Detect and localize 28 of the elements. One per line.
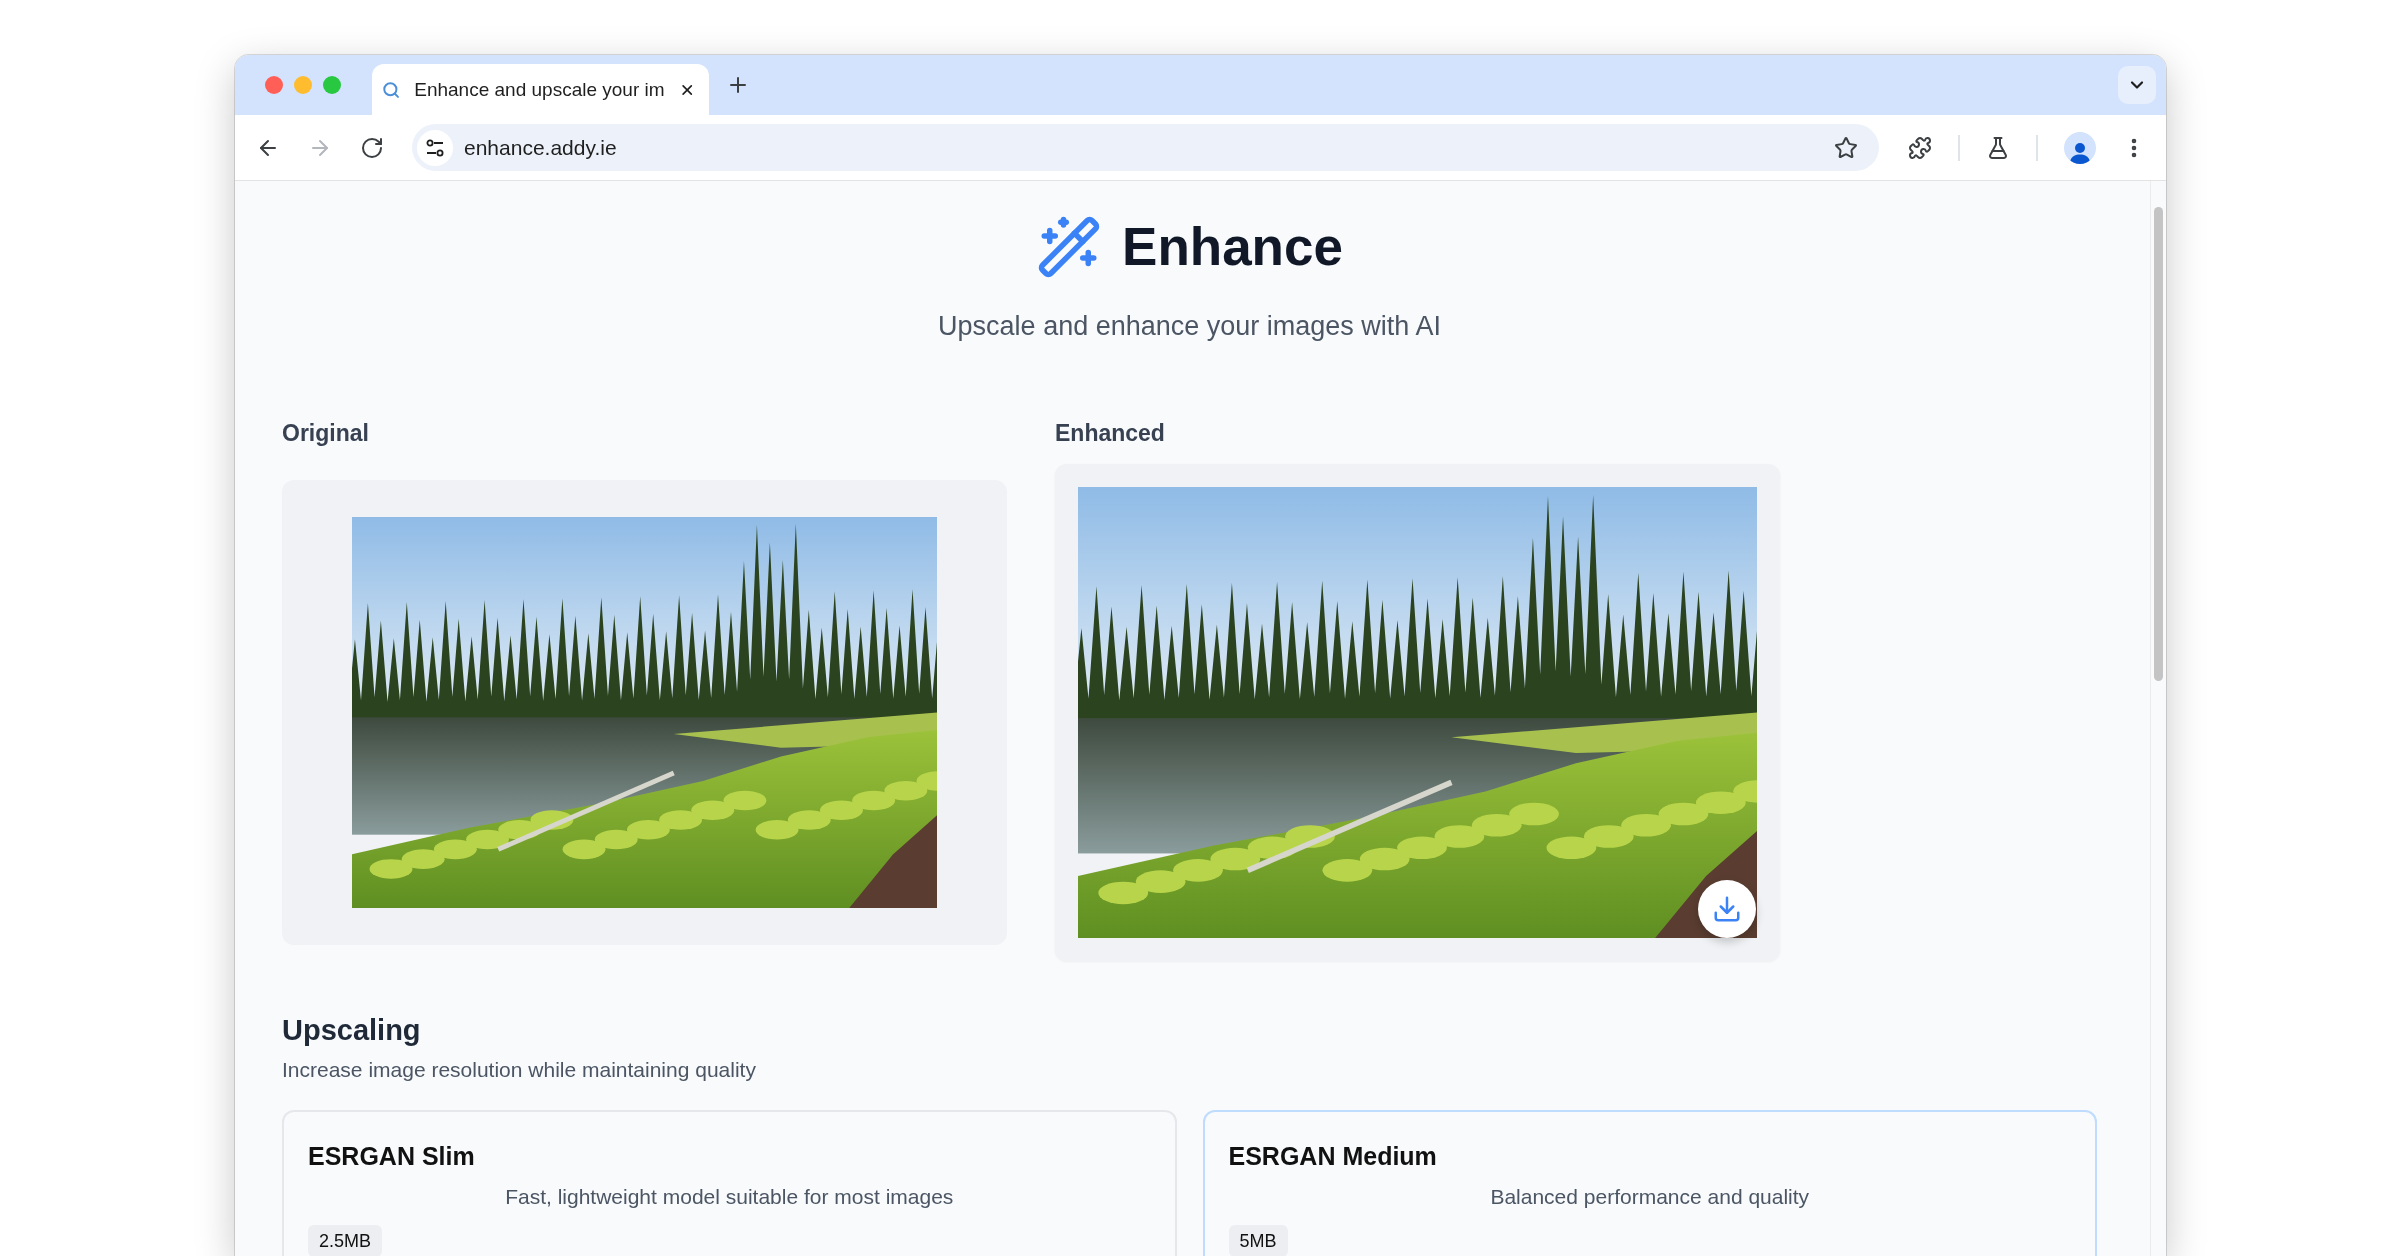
model-description: Fast, lightweight model suitable for most images	[505, 1184, 954, 1210]
image-label: Original	[282, 419, 370, 448]
model-name: ESRGAN Medium	[1228, 1141, 1437, 1172]
tab-list-button[interactable]	[2118, 66, 2156, 104]
reload-icon[interactable]	[360, 135, 384, 160]
section-description: Increase image resolution while maintaining quality	[282, 1057, 757, 1083]
flask-icon[interactable]	[1986, 135, 2010, 160]
model-name: ESRGAN Slim	[308, 1141, 475, 1172]
address-bar[interactable]: enhance.addy.ie	[412, 124, 1879, 171]
tab-title: Enhance and upscale your im	[414, 78, 665, 101]
section-title: Upscaling	[282, 1013, 422, 1048]
model-card[interactable]: ESRGAN Medium Balanced performance and quality 5MB	[1202, 1110, 2097, 1256]
model-description: Balanced performance and quality	[1490, 1184, 1810, 1210]
app-title: Enhance	[1122, 216, 1343, 278]
star-icon[interactable]	[1834, 135, 1858, 160]
download-icon	[1712, 894, 1742, 924]
model-card[interactable]: ESRGAN Slim Fast, lightweight model suitable for most images 2.5MB	[282, 1110, 1177, 1256]
app-subtitle: Upscale and enhance your images with AI	[938, 310, 1441, 343]
url-text: enhance.addy.ie	[464, 135, 618, 160]
image-label: Enhanced	[1055, 419, 1166, 448]
search-icon	[382, 79, 401, 100]
puzzle-piece-icon[interactable]	[1908, 135, 1932, 160]
scrollbar-thumb[interactable]	[2154, 207, 2163, 681]
site-settings-icon[interactable]	[417, 129, 453, 166]
browser-tab[interactable]: Enhance and upscale your im	[372, 64, 709, 115]
avatar-icon[interactable]	[2064, 131, 2096, 164]
model-size-badge: 5MB	[1228, 1225, 1288, 1256]
model-size-badge: 2.5MB	[308, 1225, 383, 1256]
